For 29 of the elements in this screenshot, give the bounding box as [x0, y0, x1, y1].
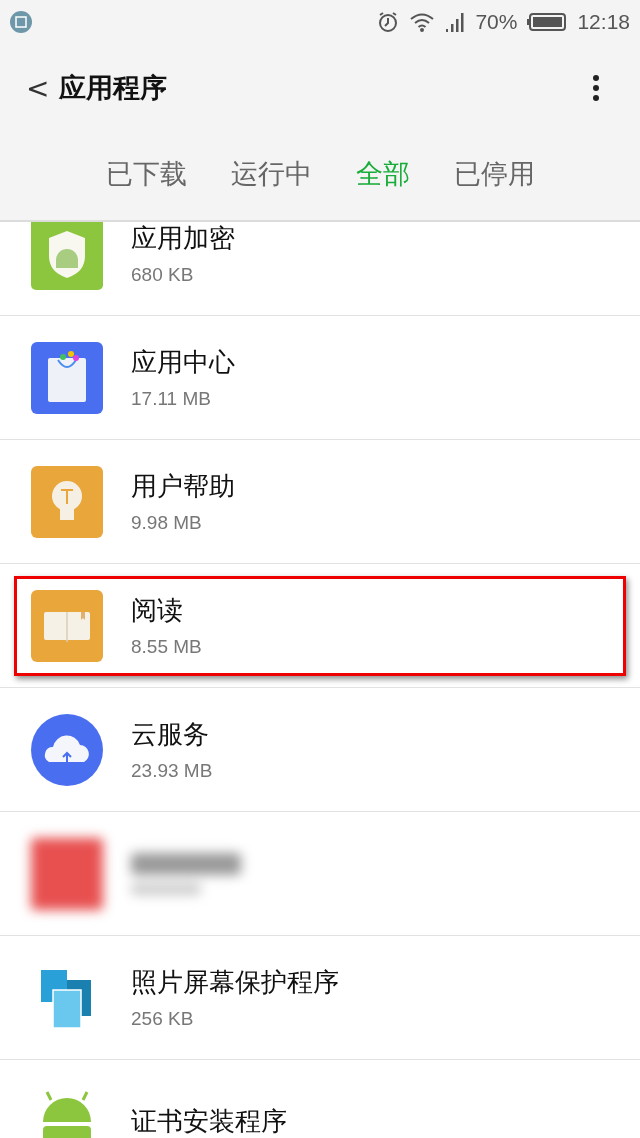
alarm-clock-icon — [377, 11, 400, 33]
tab[interactable]: 运行中 — [230, 156, 312, 192]
tab[interactable]: 已下载 — [105, 156, 187, 192]
page-title: 应用程序 — [59, 71, 168, 105]
app-name: 用户帮助 — [131, 470, 235, 503]
battery-icon — [527, 12, 568, 32]
app-name: 证书安装程序 — [131, 1105, 287, 1138]
app-size: 17.11 MB — [131, 388, 212, 410]
app-name: 云服务 — [131, 718, 210, 751]
app-name: 阅读 — [131, 594, 184, 627]
signal-icon — [445, 11, 466, 33]
battery-percentage: 70% — [475, 10, 518, 34]
app-name: 应用加密 — [131, 222, 235, 255]
app-size: 8.55 MB — [131, 636, 202, 658]
screenshot-icon — [10, 11, 32, 33]
clock-time: 12:18 — [577, 10, 630, 34]
app-name: 照片屏幕保护程序 — [131, 966, 339, 999]
tab[interactable]: 全部 — [355, 156, 410, 192]
more-options-icon[interactable] — [592, 74, 600, 102]
cloud-icon[interactable] — [31, 713, 103, 786]
wifi-icon — [409, 11, 436, 33]
app-name: 应用中心 — [131, 346, 235, 379]
tab[interactable]: 已停用 — [453, 156, 535, 192]
app-size: 9.98 MB — [131, 512, 203, 534]
app-size: 23.93 MB — [131, 760, 213, 782]
back-button[interactable]: < — [26, 71, 60, 105]
shopping-bag-icon[interactable] — [31, 341, 103, 414]
app-size: 680 KB — [131, 264, 195, 286]
app-size: 256 KB — [131, 1008, 195, 1030]
